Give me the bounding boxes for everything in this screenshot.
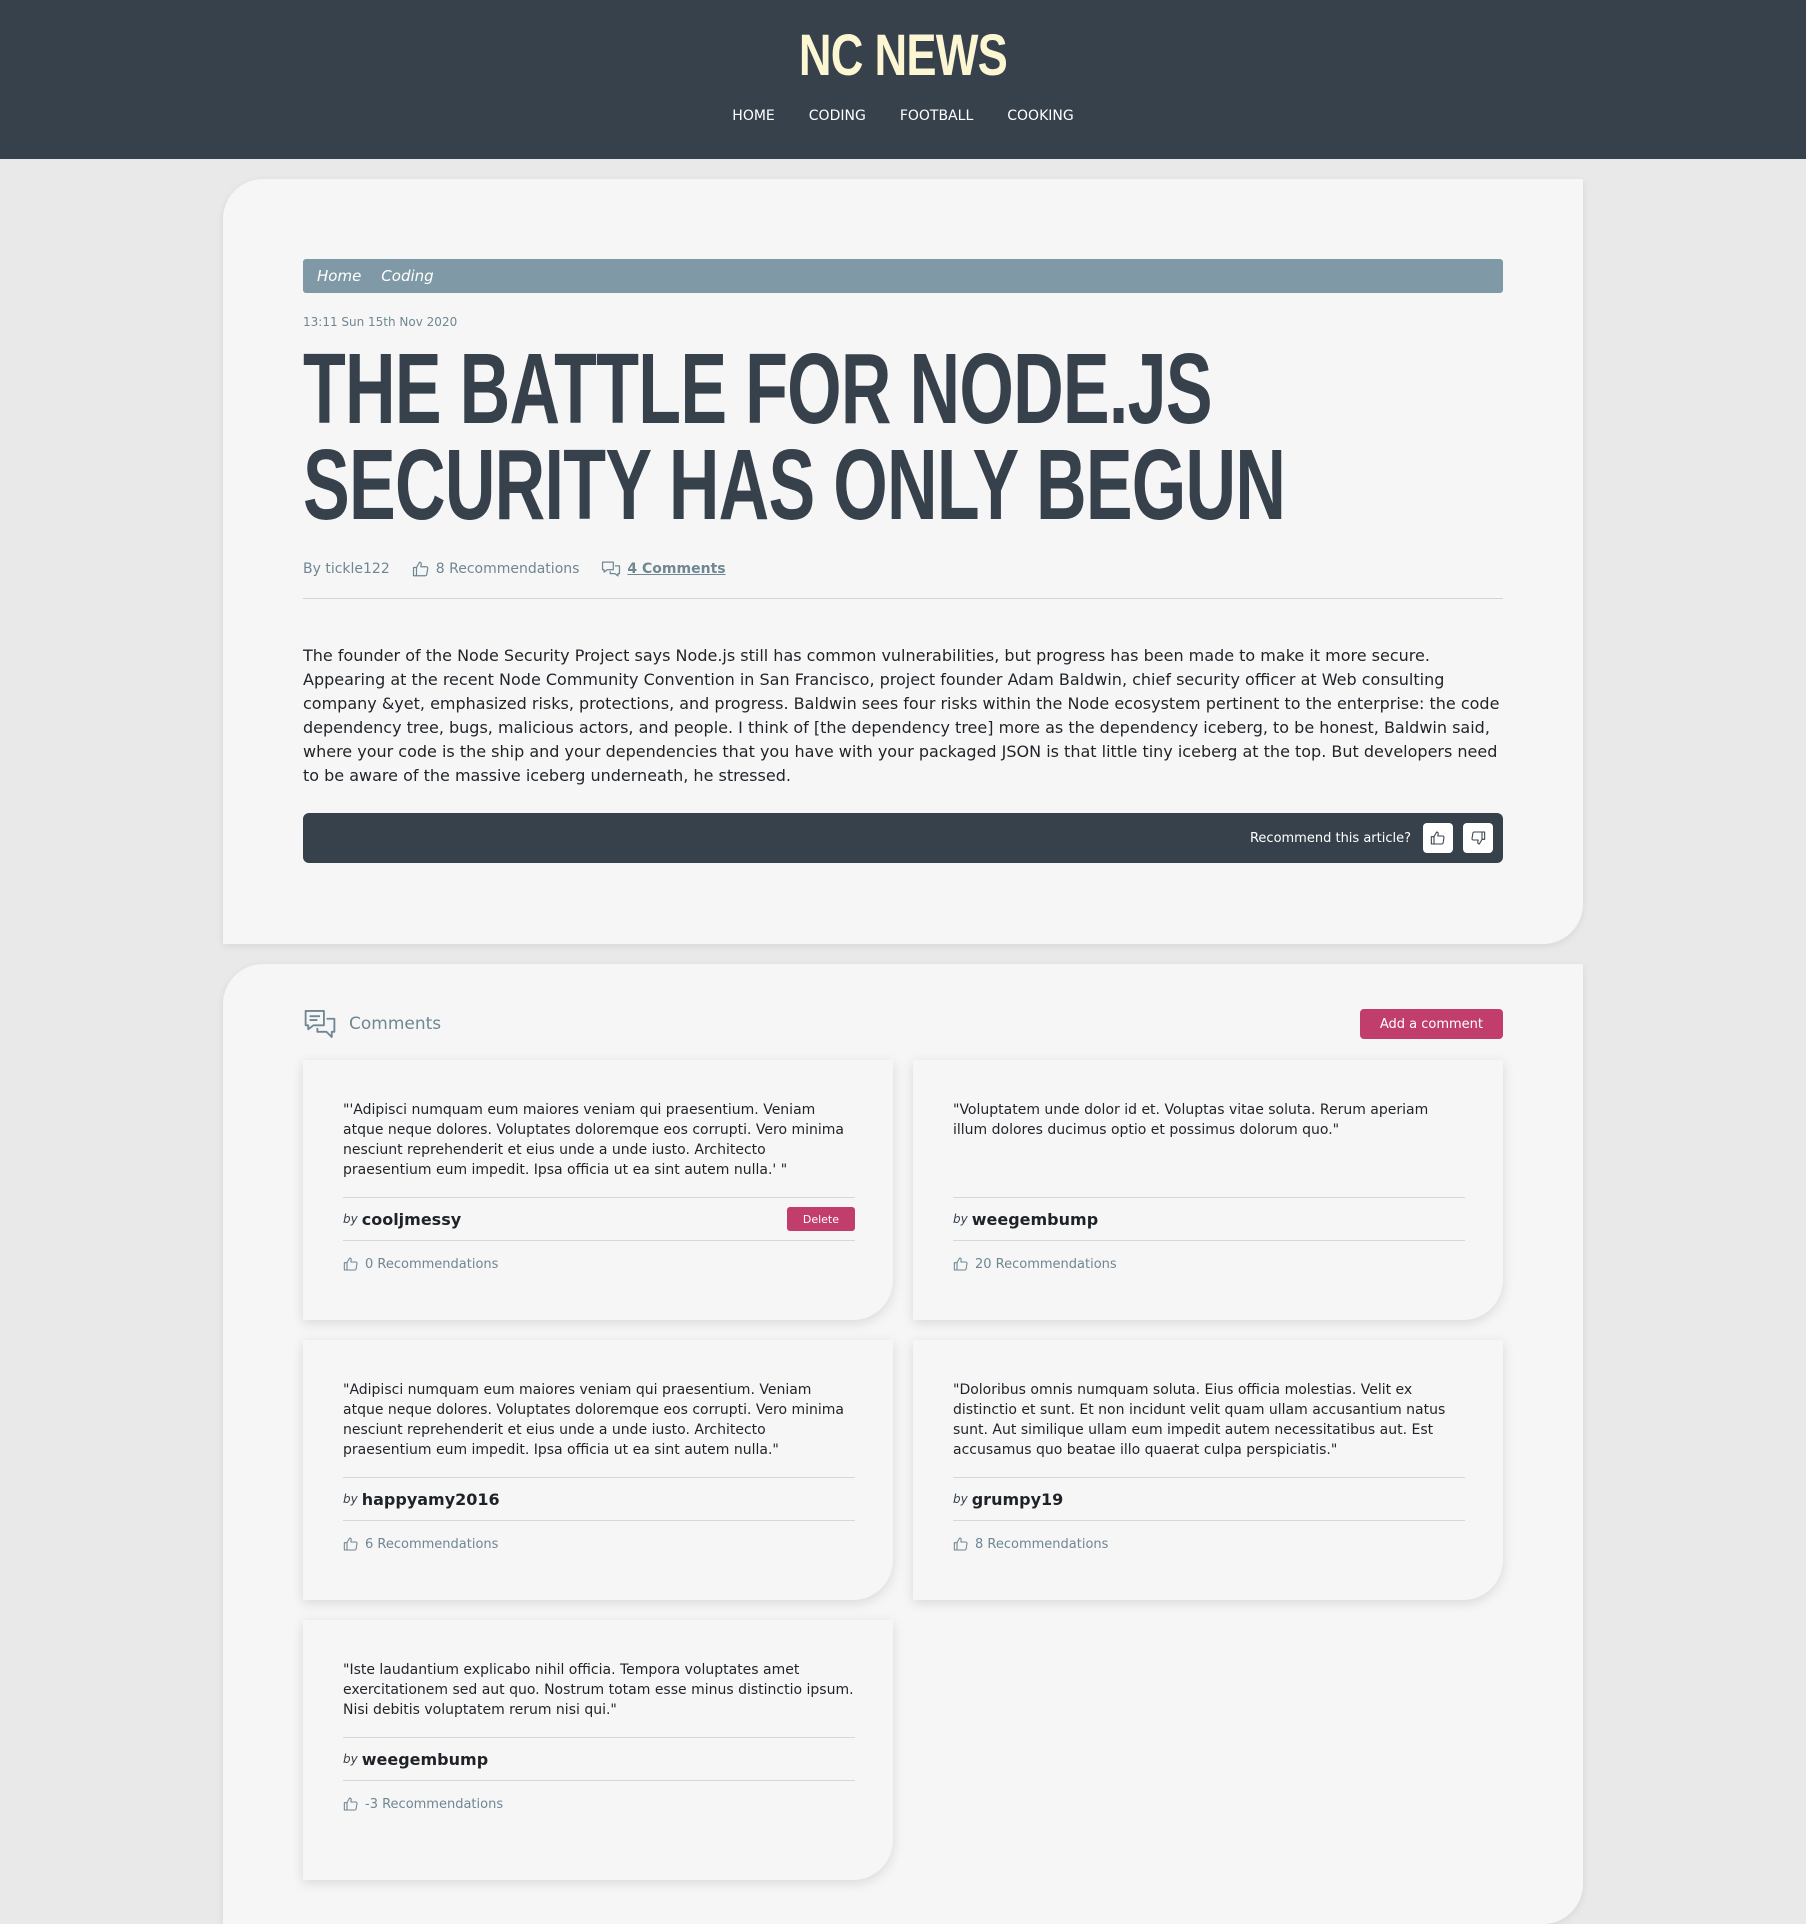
article-meta: By tickle122 8 Recommendations 4 Comment… [303, 553, 1503, 599]
comment-card: "Adipisci numquam eum maiores veniam qui… [303, 1340, 893, 1600]
comment-author-row: by grumpy19 [953, 1477, 1465, 1521]
comments-header: Comments Add a comment [303, 1004, 1503, 1044]
comment-username: cooljmessy [361, 1209, 462, 1229]
comment-username: weegembump [971, 1209, 1099, 1229]
thumbs-up-icon[interactable] [343, 1256, 359, 1272]
breadcrumb-coding[interactable]: Coding [381, 267, 433, 285]
main-nav: HOME CODING FOOTBALL COOKING [0, 108, 1806, 124]
breadcrumb-home[interactable]: Home [317, 267, 361, 285]
upvote-button[interactable] [1423, 823, 1453, 853]
nav-home[interactable]: HOME [732, 108, 774, 124]
article-title: THE BATTLE FOR NODE.JS SECURITY HAS ONLY… [303, 333, 1286, 541]
comment-recommendations-label: 8 Recommendations [975, 1536, 1109, 1552]
comment-recommendations-label: 20 Recommendations [975, 1256, 1117, 1272]
comment-recommendations-label: 0 Recommendations [365, 1256, 499, 1272]
comment-text: "Doloribus omnis numquam soluta. Eius of… [953, 1382, 1446, 1458]
by-label: by [953, 1492, 968, 1506]
thumbs-down-icon [1470, 830, 1486, 846]
by-label: by [343, 1752, 358, 1766]
article-recommendations-label: 8 Recommendations [435, 560, 580, 577]
comment-recommendations: -3 Recommendations [343, 1796, 503, 1812]
comment-username: weegembump [361, 1749, 489, 1769]
article-card: Home Coding 13:11 Sun 15th Nov 2020 THE … [223, 179, 1583, 944]
downvote-button[interactable] [1463, 823, 1493, 853]
site-logo[interactable]: NC NEWS [199, 22, 1608, 89]
comment-username: grumpy19 [971, 1489, 1064, 1509]
nav-cooking[interactable]: COOKING [1007, 108, 1073, 124]
comment-text: "Iste laudantium explicabo nihil officia… [343, 1662, 854, 1718]
comment-card: "Iste laudantium explicabo nihil officia… [303, 1620, 893, 1880]
nav-football[interactable]: FOOTBALL [900, 108, 973, 124]
site-header: NC NEWS HOME CODING FOOTBALL COOKING [0, 0, 1806, 159]
thumbs-up-icon[interactable] [953, 1536, 969, 1552]
comment-text: "Voluptatem unde dolor id et. Voluptas v… [953, 1102, 1429, 1138]
comments-card: Comments Add a comment "'Adipisci numqua… [223, 964, 1583, 1924]
by-label: by [953, 1212, 968, 1226]
comment-author-row: by happyamy2016 [343, 1477, 855, 1521]
thumbs-up-icon [1430, 830, 1446, 846]
article-body: The founder of the Node Security Project… [303, 646, 1500, 785]
breadcrumb: Home Coding [303, 259, 1503, 293]
comment-text: "'Adipisci numquam eum maiores veniam qu… [343, 1102, 844, 1178]
comment-recommendations: 20 Recommendations [953, 1256, 1117, 1272]
article-comments: 4 Comments [601, 560, 726, 578]
delete-comment-button[interactable]: Delete [786, 1207, 855, 1231]
comment-author-row: by weegembump [343, 1737, 855, 1781]
by-label: by [343, 1492, 358, 1506]
article-recommendations: 8 Recommendations [412, 560, 580, 578]
recommend-prompt: Recommend this article? [1249, 830, 1411, 846]
comment-recommendations: 0 Recommendations [343, 1256, 498, 1272]
comment-username: happyamy2016 [361, 1489, 500, 1509]
thumbs-up-icon[interactable] [953, 1256, 969, 1272]
comment-author-row: by weegembump [953, 1197, 1465, 1241]
nav-coding[interactable]: CODING [809, 108, 866, 124]
article-date: 13:11 Sun 15th Nov 2020 [303, 315, 458, 329]
comment-recommendations-label: 6 Recommendations [365, 1536, 499, 1552]
article-author: By tickle122 [303, 560, 390, 577]
comments-title: Comments [349, 1014, 442, 1034]
comment-card: "'Adipisci numquam eum maiores veniam qu… [303, 1060, 893, 1320]
comment-recommendations: 8 Recommendations [953, 1536, 1108, 1552]
comment-recommendations-label: -3 Recommendations [365, 1796, 504, 1812]
comment-card: "Doloribus omnis numquam soluta. Eius of… [913, 1340, 1503, 1600]
speech-bubbles-icon [303, 1007, 337, 1041]
speech-bubbles-icon [601, 560, 621, 578]
thumbs-up-icon[interactable] [343, 1536, 359, 1552]
recommend-bar: Recommend this article? [303, 813, 1503, 863]
comment-text: "Adipisci numquam eum maiores veniam qui… [343, 1382, 844, 1458]
comment-author-row: by cooljmessy Delete [343, 1197, 855, 1241]
add-comment-button[interactable]: Add a comment [1359, 1009, 1503, 1039]
thumbs-up-icon[interactable] [343, 1796, 359, 1812]
comments-link[interactable]: 4 Comments [627, 561, 725, 577]
by-label: by [343, 1212, 358, 1226]
thumbs-up-icon [412, 560, 430, 578]
comment-recommendations: 6 Recommendations [343, 1536, 498, 1552]
comment-card: "Voluptatem unde dolor id et. Voluptas v… [913, 1060, 1503, 1320]
